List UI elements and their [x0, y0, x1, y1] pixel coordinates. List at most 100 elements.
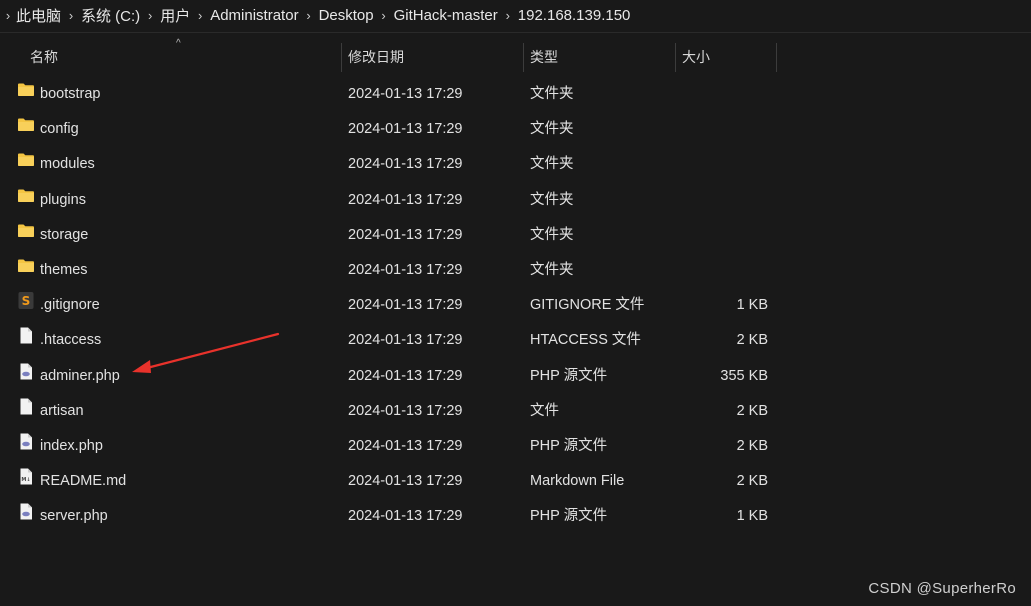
file-type: HTACCESS 文件 — [530, 332, 641, 349]
breadcrumb: › 此电脑 › 系统 (C:) › 用户 › Administrator › Desktop › Gi… — [0, 0, 1031, 30]
file-type: Markdown File — [530, 473, 625, 490]
file-type: PHP 源文件 — [530, 367, 608, 384]
file-size: 1 KB — [736, 508, 768, 525]
file-row[interactable]: server.php 2024-01-13 17:29 PHP 源文件 1 KB — [0, 499, 1031, 534]
file-modified-date: 2024-01-13 17:29 — [348, 367, 463, 384]
file-name: adminer.php — [40, 367, 120, 384]
chevron-right-icon[interactable]: › — [190, 8, 210, 23]
file-row[interactable]: .htaccess 2024-01-13 17:29 HTACCESS 文件 2 KB — [0, 323, 1031, 358]
file-row[interactable]: modules 2024-01-13 17:29 文件夹 — [0, 147, 1031, 182]
folder-icon — [17, 112, 35, 132]
file-type: 文件夹 — [530, 191, 574, 208]
php-file-icon — [17, 429, 35, 450]
folder-icon — [17, 183, 35, 202]
column-divider[interactable] — [675, 43, 676, 72]
file-row[interactable]: artisan 2024-01-13 17:29 文件 2 KB — [0, 394, 1031, 429]
file-type: 文件 — [530, 402, 559, 419]
file-modified-date: 2024-01-13 17:29 — [348, 297, 463, 314]
file-row[interactable]: index.php 2024-01-13 17:29 PHP 源文件 2 KB — [0, 429, 1031, 464]
file-modified-date: 2024-01-13 17:29 — [348, 473, 463, 490]
chevron-right-icon[interactable]: › — [140, 8, 160, 23]
file-size: 2 KB — [736, 437, 768, 454]
file-name: README.md — [40, 473, 127, 490]
file-size: 2 KB — [736, 473, 768, 490]
column-header-name[interactable]: 名称 — [30, 40, 58, 74]
file-list: bootstrap 2024-01-13 17:29 文件夹 config 2024-0… — [0, 77, 1031, 534]
file-type: 文件夹 — [530, 226, 574, 243]
folder-icon — [17, 253, 35, 272]
file-type: PHP 源文件 — [530, 508, 608, 525]
file-size: 2 KB — [736, 402, 768, 419]
folder-icon — [17, 77, 35, 96]
file-modified-date: 2024-01-13 17:29 — [348, 332, 463, 349]
file-modified-date: 2024-01-13 17:29 — [348, 508, 463, 525]
file-modified-date: 2024-01-13 17:29 — [348, 261, 463, 278]
chevron-right-icon[interactable]: › — [61, 8, 81, 23]
php-file-icon — [17, 499, 35, 520]
file-modified-date: 2024-01-13 17:29 — [348, 156, 463, 173]
folder-icon — [17, 218, 35, 237]
chevron-right-icon[interactable]: › — [374, 8, 394, 23]
column-divider[interactable] — [341, 43, 342, 72]
file-name: bootstrap — [40, 86, 101, 102]
file-size: 355 KB — [720, 367, 768, 384]
chevron-right-icon[interactable]: › — [498, 8, 518, 23]
column-header-row: 名称 ^ 修改日期 类型 大小 — [0, 38, 1031, 74]
column-header-type[interactable]: 类型 — [530, 40, 558, 74]
file-modified-date: 2024-01-13 17:29 — [348, 191, 463, 208]
column-header-size[interactable]: 大小 — [682, 40, 710, 74]
sort-ascending-icon: ^ — [176, 38, 181, 49]
file-row[interactable]: themes 2024-01-13 17:29 文件夹 — [0, 253, 1031, 288]
divider — [0, 32, 1031, 33]
breadcrumb-item[interactable]: 系统 (C:) — [81, 5, 140, 26]
svg-text:S: S — [22, 294, 31, 308]
file-name: artisan — [40, 402, 84, 419]
file-row[interactable]: M↓ README.md 2024-01-13 17:29 Markdown File… — [0, 464, 1031, 499]
file-name: modules — [40, 156, 95, 173]
breadcrumb-item[interactable]: Desktop — [319, 7, 374, 24]
breadcrumb-item[interactable]: 用户 — [160, 5, 190, 26]
column-divider[interactable] — [523, 43, 524, 72]
markdown-file-icon: M↓ — [17, 464, 35, 485]
file-modified-date: 2024-01-13 17:29 — [348, 121, 463, 138]
breadcrumb-item[interactable]: 192.168.139.150 — [518, 7, 631, 24]
file-name: .gitignore — [40, 297, 100, 314]
file-name: plugins — [40, 191, 86, 208]
sublime-file-icon: S — [17, 288, 35, 310]
chevron-right-icon[interactable]: › — [0, 8, 16, 23]
svg-text:M↓: M↓ — [21, 477, 30, 483]
file-name: storage — [40, 226, 89, 243]
breadcrumb-item[interactable]: GitHack-master — [394, 7, 498, 24]
folder-icon — [17, 147, 35, 167]
file-row[interactable]: S .gitignore 2024-01-13 17:29 GITIGNORE 文件 1… — [0, 288, 1031, 323]
file-type: 文件夹 — [530, 261, 574, 278]
file-row[interactable]: adminer.php 2024-01-13 17:29 PHP 源文件 355 KB — [0, 359, 1031, 394]
file-name: config — [40, 121, 79, 138]
file-row[interactable]: storage 2024-01-13 17:29 文件夹 — [0, 218, 1031, 253]
column-header-modified[interactable]: 修改日期 — [348, 40, 404, 74]
chevron-right-icon[interactable]: › — [299, 8, 319, 23]
file-type: 文件夹 — [530, 156, 574, 173]
file-size: 2 KB — [736, 332, 768, 349]
file-name: server.php — [40, 508, 108, 525]
blank-file-icon — [17, 323, 35, 344]
file-row[interactable]: plugins 2024-01-13 17:29 文件夹 — [0, 183, 1031, 218]
breadcrumb-item[interactable]: 此电脑 — [16, 5, 61, 26]
file-name: index.php — [40, 437, 103, 454]
file-size: 1 KB — [736, 297, 768, 314]
file-type: GITIGNORE 文件 — [530, 297, 645, 314]
watermark: CSDN @SuperherRo — [868, 580, 1016, 597]
file-name: .htaccess — [40, 332, 102, 349]
column-divider[interactable] — [776, 43, 777, 72]
file-modified-date: 2024-01-13 17:29 — [348, 437, 463, 454]
blank-file-icon — [17, 394, 35, 415]
breadcrumb-item[interactable]: Administrator — [210, 7, 298, 24]
file-row[interactable]: bootstrap 2024-01-13 17:29 文件夹 — [0, 77, 1031, 112]
file-name: themes — [40, 261, 88, 278]
file-modified-date: 2024-01-13 17:29 — [348, 226, 463, 243]
file-type: 文件夹 — [530, 86, 574, 102]
file-type: 文件夹 — [530, 121, 574, 138]
php-file-icon — [17, 359, 35, 379]
file-row[interactable]: config 2024-01-13 17:29 文件夹 — [0, 112, 1031, 147]
file-type: PHP 源文件 — [530, 437, 608, 454]
